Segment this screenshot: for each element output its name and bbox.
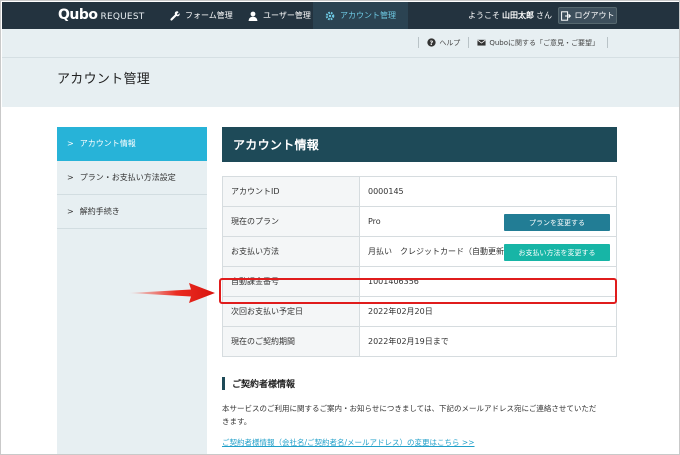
sidebar-item-account-info[interactable]: > アカウント情報 (57, 127, 207, 161)
utility-links: ? ヘルプ Quboに関する「ご意見・ご要望」 (410, 37, 616, 48)
nav-account-management[interactable]: アカウント管理 (313, 2, 408, 29)
feedback-link[interactable]: Quboに関する「ご意見・ご要望」 (477, 38, 599, 48)
row-value: 0000145 (359, 176, 617, 207)
change-payment-button[interactable]: お支払い方法を変更する (504, 244, 610, 261)
row-value-cell: Pro プランを変更する (359, 206, 617, 237)
logo-subtitle: REQUEST (100, 12, 145, 22)
chevron-right-icon: > (67, 207, 74, 216)
notice-line: 本サービスのご利用に関するご案内・お知らせにつきましては、下記のメールアドレス宛… (222, 404, 597, 413)
main-content: アカウント情報 アカウントID 0000145 現在のプラン Pro プランを変… (222, 127, 617, 357)
red-arrow-icon (129, 283, 215, 303)
help-icon: ? (427, 38, 436, 47)
nav-label: フォーム管理 (185, 11, 233, 20)
row-key: お支払い方法 (222, 236, 360, 267)
svg-text:?: ? (430, 40, 434, 47)
chevron-right-icon: > (67, 173, 74, 182)
app-logo[interactable]: Qubo REQUEST (58, 7, 144, 24)
divider (468, 37, 470, 48)
title-bar (222, 377, 225, 390)
logout-button[interactable]: ログアウト (558, 7, 617, 24)
top-navigation-bar: Qubo REQUEST フォーム管理 ユーザー管理 アカウント管理 ようこそ … (2, 2, 679, 29)
help-link[interactable]: ? ヘルプ (427, 38, 460, 48)
table-row: 現在のご契約期間 2022年02月19日まで (222, 326, 617, 357)
row-key: アカウントID (222, 176, 360, 207)
row-key: 現在のプラン (222, 206, 360, 237)
nav-label: ユーザー管理 (263, 11, 311, 20)
change-plan-button[interactable]: プランを変更する (504, 214, 610, 231)
row-value-cell: 月払い クレジットカード（自動更新） お支払い方法を変更する (359, 236, 617, 267)
row-value: Pro (368, 217, 381, 226)
account-info-table: アカウントID 0000145 現在のプラン Pro プランを変更する お支払い… (222, 176, 617, 357)
notice-text: 本サービスのご利用に関するご案内・お知らせにつきましては、下記のメールアドレス宛… (222, 402, 622, 428)
contract-section-title: ご契約者様情報 (222, 377, 295, 390)
table-row: 現在のプラン Pro プランを変更する (222, 206, 617, 237)
nav-user-management[interactable]: ユーザー管理 (236, 2, 323, 29)
welcome-message: ようこそ 山田太郎 さん (468, 2, 552, 29)
help-label: ヘルプ (439, 38, 461, 47)
welcome-prefix: ようこそ (468, 11, 500, 20)
user-icon (248, 11, 258, 21)
mail-icon (477, 39, 486, 46)
page-title: アカウント管理 (57, 72, 151, 87)
row-key: 現在のご契約期間 (222, 326, 360, 357)
table-row: お支払い方法 月払い クレジットカード（自動更新） お支払い方法を変更する (222, 236, 617, 267)
change-contract-info-link[interactable]: ご契約者様情報（会社名/ご契約者名/メールアドレス）の変更はこちら >> (222, 437, 475, 448)
sidebar-item-label: プラン・お支払い方法設定 (79, 173, 176, 182)
divider (607, 37, 608, 48)
divider (418, 37, 420, 48)
gear-icon (325, 11, 335, 20)
feedback-label: Quboに関する「ご意見・ご要望」 (489, 38, 599, 47)
highlight-box (219, 278, 617, 304)
sidebar-item-cancellation[interactable]: > 解約手続き (57, 195, 207, 229)
logout-label: ログアウト (574, 11, 615, 20)
nav-label: アカウント管理 (340, 11, 396, 20)
contract-title-label: ご契約者様情報 (232, 380, 296, 390)
sidebar-item-plan-payment[interactable]: > プラン・お支払い方法設定 (57, 161, 207, 195)
chevron-right-icon: > (67, 139, 74, 148)
section-header: アカウント情報 (222, 127, 617, 162)
sidebar-item-label: 解約手続き (79, 207, 120, 216)
notice-line: きます。 (222, 417, 252, 426)
welcome-suffix: さん (536, 11, 552, 20)
divider (2, 57, 679, 58)
user-name: 山田太郎 (502, 11, 534, 20)
row-value: 月払い クレジットカード（自動更新） (368, 247, 512, 256)
sidebar-item-label: アカウント情報 (79, 139, 136, 148)
nav-form-management[interactable]: フォーム管理 (158, 2, 245, 29)
logout-icon (560, 10, 571, 21)
logo-mark: Qubo (58, 7, 98, 23)
wrench-icon (170, 10, 180, 21)
row-value: 2022年02月19日まで (359, 326, 617, 357)
table-row: アカウントID 0000145 (222, 176, 617, 207)
browser-frame: Qubo REQUEST フォーム管理 ユーザー管理 アカウント管理 ようこそ … (0, 0, 680, 455)
